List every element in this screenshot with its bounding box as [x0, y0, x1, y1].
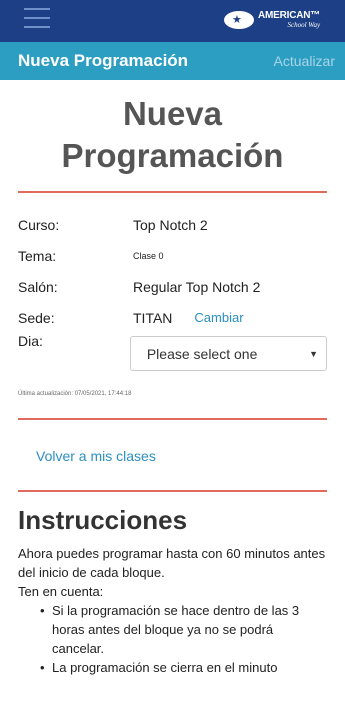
instructions-title: Instrucciones [18, 505, 188, 535]
dia-select[interactable]: Please select one ▼ [129, 336, 327, 371]
instructions-intro: Ahora puedes programar hasta con 60 minu… [18, 546, 326, 580]
instructions-note: Ten en cuenta: [18, 584, 104, 599]
change-sede-link[interactable]: Cambiar [194, 310, 243, 325]
dia-row: Dia: Please select one ▼ [18, 333, 327, 371]
brand-logo: AMERICAN™ School Way [224, 6, 320, 34]
curso-value: Top Notch 2 [133, 216, 208, 233]
sede-label: Sede: [18, 309, 55, 326]
header-title: Nueva Programación [18, 51, 189, 70]
tema-value: Clase 0 [133, 250, 164, 261]
instructions-text: Ahora puedes programar hasta con 60 minu… [18, 544, 327, 601]
divider [18, 490, 327, 492]
list-item: Si la programación se hace dentro de las… [40, 601, 327, 658]
main-content: Nueva Programación Curso: Top Notch 2 Te… [0, 80, 345, 721]
menu-icon[interactable] [24, 8, 50, 28]
list-item: La programación se cierra en el minuto [40, 658, 327, 677]
back-to-classes-link[interactable]: Volver a mis clases [18, 448, 327, 464]
tema-label: Tema: [18, 247, 57, 264]
sede-value: TITAN [133, 309, 173, 326]
divider [18, 418, 327, 420]
curso-label: Curso: [18, 216, 60, 233]
last-update-text: Última actualización: 07/05/2021, 17:44:… [18, 391, 132, 397]
chevron-down-icon: ▼ [309, 348, 318, 359]
brand-tagline: School Way [287, 21, 321, 29]
curso-row: Curso: Top Notch 2 [18, 209, 327, 240]
divider [18, 191, 327, 193]
salon-value: Regular Top Notch 2 [133, 278, 261, 295]
page-header: Nueva Programación Actualizar [0, 42, 345, 80]
page-title: Nueva Programación [61, 95, 284, 174]
dia-label: Dia: [18, 333, 43, 349]
class-details: Curso: Top Notch 2 Tema: Clase 0 Salón: … [18, 209, 327, 371]
star-icon [224, 11, 254, 29]
dia-select-value: Please select one [146, 345, 258, 362]
brand-name: AMERICAN™ [258, 10, 321, 21]
tema-row: Tema: Clase 0 [18, 240, 327, 271]
instructions-list: Si la programación se hace dentro de las… [18, 601, 327, 677]
salon-row: Salón: Regular Top Notch 2 [18, 271, 327, 302]
refresh-button[interactable]: Actualizar [274, 53, 345, 69]
top-app-bar: AMERICAN™ School Way [0, 0, 345, 42]
sede-row: Sede: TITAN Cambiar [18, 302, 327, 333]
salon-label: Salón: [18, 278, 58, 295]
